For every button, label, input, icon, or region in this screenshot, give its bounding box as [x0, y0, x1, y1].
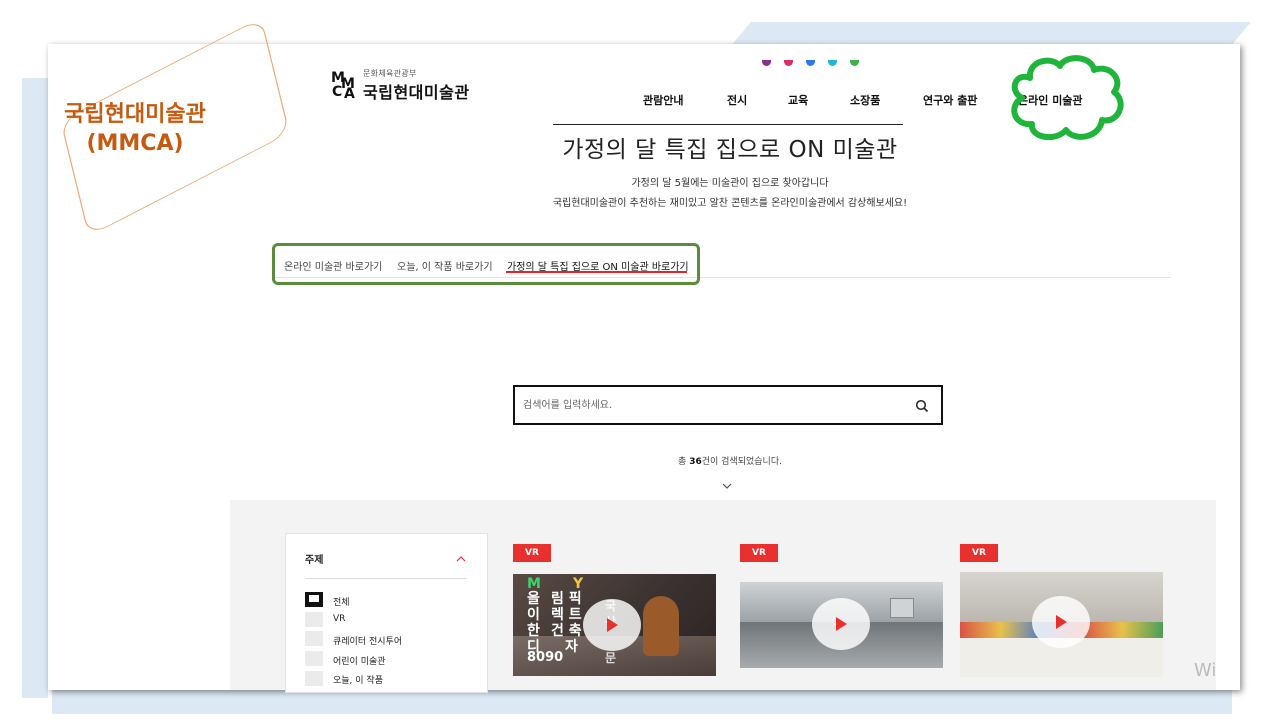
- color-dot: [850, 60, 859, 66]
- thumbnail-text: 한: [527, 623, 540, 639]
- color-dots: [762, 60, 859, 66]
- presentation-slide: 국립현대미술관 (MMCA) M M C A 문화체육관광부 국립현대미술관 관…: [0, 0, 1280, 720]
- play-button-icon[interactable]: [1032, 596, 1090, 648]
- color-dot: [828, 60, 837, 66]
- annotation-label: 국립현대미술관 (MMCA): [40, 100, 230, 158]
- checkbox-all[interactable]: [305, 592, 323, 607]
- site-logo[interactable]: M M C A 문화체육관광부 국립현대미술관: [331, 68, 470, 103]
- chevron-down-icon[interactable]: [721, 481, 733, 491]
- thumbnail-artwork: [890, 598, 914, 618]
- nav-collection[interactable]: 소장품: [850, 92, 880, 108]
- play-button-icon[interactable]: [812, 598, 870, 650]
- nav-education[interactable]: 교육: [788, 92, 808, 108]
- page-title: 가정의 달 특집 집으로 ON 미술관: [562, 137, 898, 163]
- video-thumbnail[interactable]: M 올 이 한 디 8090 Y 림 픽 렉 트 건 축 자 국 산 문: [513, 574, 716, 676]
- tabs-highlight-box: [272, 243, 700, 285]
- vr-badge: VR: [960, 544, 998, 562]
- thumbnail-text: 자: [565, 639, 578, 655]
- filter-option-label: VR: [333, 614, 346, 624]
- color-dot: [806, 60, 815, 66]
- color-dot: [784, 60, 793, 66]
- logo-title: 국립현대미술관: [363, 83, 470, 102]
- filter-divider: [305, 578, 467, 579]
- filter-option-label: 전체: [333, 598, 350, 608]
- thumbnail-text: 8090: [527, 650, 564, 665]
- thumbnail-text: 렉 트: [551, 607, 582, 623]
- thumbnail-text: 올: [527, 591, 540, 607]
- filter-option-label: 큐레이터 전시투어: [333, 637, 403, 647]
- checkbox-kids-museum[interactable]: [305, 651, 323, 666]
- color-dot: [762, 60, 771, 66]
- search-input[interactable]: [523, 396, 903, 414]
- nav-exhibitions[interactable]: 전시: [727, 92, 747, 108]
- result-count: 총 36건이 검색되었습니다.: [678, 457, 782, 467]
- thumbnail-text: 문: [605, 651, 617, 665]
- filter-option-label: 오늘, 이 작품: [333, 676, 383, 686]
- thumbnail-text: 림 픽: [551, 591, 582, 607]
- vr-badge: VR: [740, 544, 778, 562]
- highlight-cloud: [1011, 55, 1124, 141]
- decorative-band-bottom: [52, 690, 1232, 714]
- nav-research-publishing[interactable]: 연구와 출판: [923, 92, 977, 108]
- annotation-line-1: 국립현대미술관: [64, 102, 206, 127]
- decorative-band-left: [22, 78, 48, 698]
- search-box: [513, 385, 943, 425]
- intro-line-2: 국립현대미술관이 추천하는 재미있고 알찬 콘텐츠를 온라인미술관에서 감상해보…: [552, 198, 908, 209]
- logo-subtitle: 문화체육관광부: [363, 69, 417, 78]
- checkbox-vr[interactable]: [305, 612, 323, 627]
- chevron-up-icon[interactable]: [456, 555, 466, 563]
- filter-title: 주제: [305, 555, 324, 566]
- result-count-number: 36: [689, 457, 702, 467]
- mmca-logo-icon: M M C A: [331, 69, 355, 102]
- filter-option-label: 어린이 미술관: [333, 657, 386, 667]
- watermark-text: Wi: [1194, 660, 1217, 681]
- checkbox-curator-tour[interactable]: [305, 631, 323, 646]
- thumbnail-text: 이: [527, 607, 540, 623]
- intro-line-1: 가정의 달 5월에는 미술관이 집으로 찾아갑니다: [631, 178, 829, 189]
- title-rule: [553, 124, 903, 125]
- thumbnail-figure: [643, 596, 679, 656]
- thumbnail-text: 건 축: [551, 623, 582, 639]
- play-button-icon[interactable]: [583, 599, 641, 651]
- annotation-line-2: (MMCA): [86, 131, 184, 156]
- search-icon[interactable]: [915, 399, 929, 413]
- checkbox-today-artwork[interactable]: [305, 671, 323, 686]
- video-thumbnail[interactable]: [960, 572, 1163, 677]
- nav-visit-info[interactable]: 관람안내: [643, 92, 683, 108]
- vr-badge: VR: [513, 544, 551, 562]
- video-thumbnail[interactable]: [740, 582, 943, 668]
